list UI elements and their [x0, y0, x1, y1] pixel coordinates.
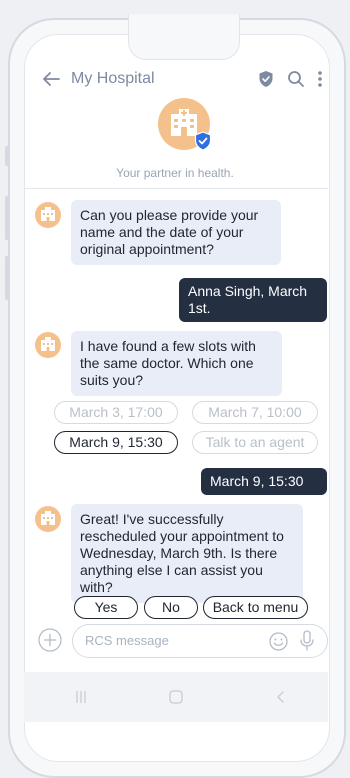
slot-chip[interactable]: March 3, 17:00	[54, 401, 178, 424]
recents-icon[interactable]	[74, 690, 88, 704]
slot-chip[interactable]: March 7, 10:00	[192, 401, 318, 424]
message-bubble-user: Anna Singh, March 1st.	[179, 278, 327, 322]
hospital-icon	[41, 207, 55, 221]
message-composer	[72, 624, 328, 658]
message-bubble-user: March 9, 15:30	[201, 468, 327, 495]
home-icon[interactable]	[169, 690, 183, 704]
back-arrow-icon[interactable]	[40, 68, 62, 90]
bot-avatar	[35, 506, 61, 532]
brand-tagline: Your partner in health.	[116, 166, 234, 180]
header-divider	[24, 188, 328, 189]
message-input[interactable]	[85, 633, 255, 648]
slot-chip-selected[interactable]: March 9, 15:30	[54, 431, 178, 454]
hospital-icon	[41, 511, 55, 525]
talk-to-agent-chip[interactable]: Talk to an agent	[192, 431, 318, 454]
phone-notch	[128, 14, 240, 60]
more-vert-icon[interactable]	[316, 70, 324, 88]
app-bar: My Hospital	[40, 66, 330, 92]
search-icon[interactable]	[287, 70, 305, 88]
shield-icon[interactable]	[258, 70, 274, 88]
back-icon[interactable]	[274, 690, 288, 704]
system-nav-bar	[24, 672, 328, 722]
no-chip[interactable]: No	[144, 596, 198, 619]
bot-avatar	[35, 202, 61, 228]
bot-avatar	[35, 332, 61, 358]
back-to-menu-chip[interactable]: Back to menu	[203, 596, 308, 619]
emoji-icon[interactable]	[269, 632, 288, 651]
hospital-icon	[41, 337, 55, 351]
yes-chip[interactable]: Yes	[74, 596, 138, 619]
verified-badge-icon	[194, 131, 212, 151]
mic-icon[interactable]	[299, 630, 315, 652]
message-bubble-bot: Great! I've successfully rescheduled you…	[71, 504, 303, 603]
app-title: My Hospital	[71, 70, 155, 87]
plus-icon[interactable]	[38, 628, 62, 652]
message-bubble-bot: Can you please provide your name and the…	[71, 200, 281, 265]
message-bubble-bot: I have found a few slots with the same d…	[71, 331, 282, 396]
